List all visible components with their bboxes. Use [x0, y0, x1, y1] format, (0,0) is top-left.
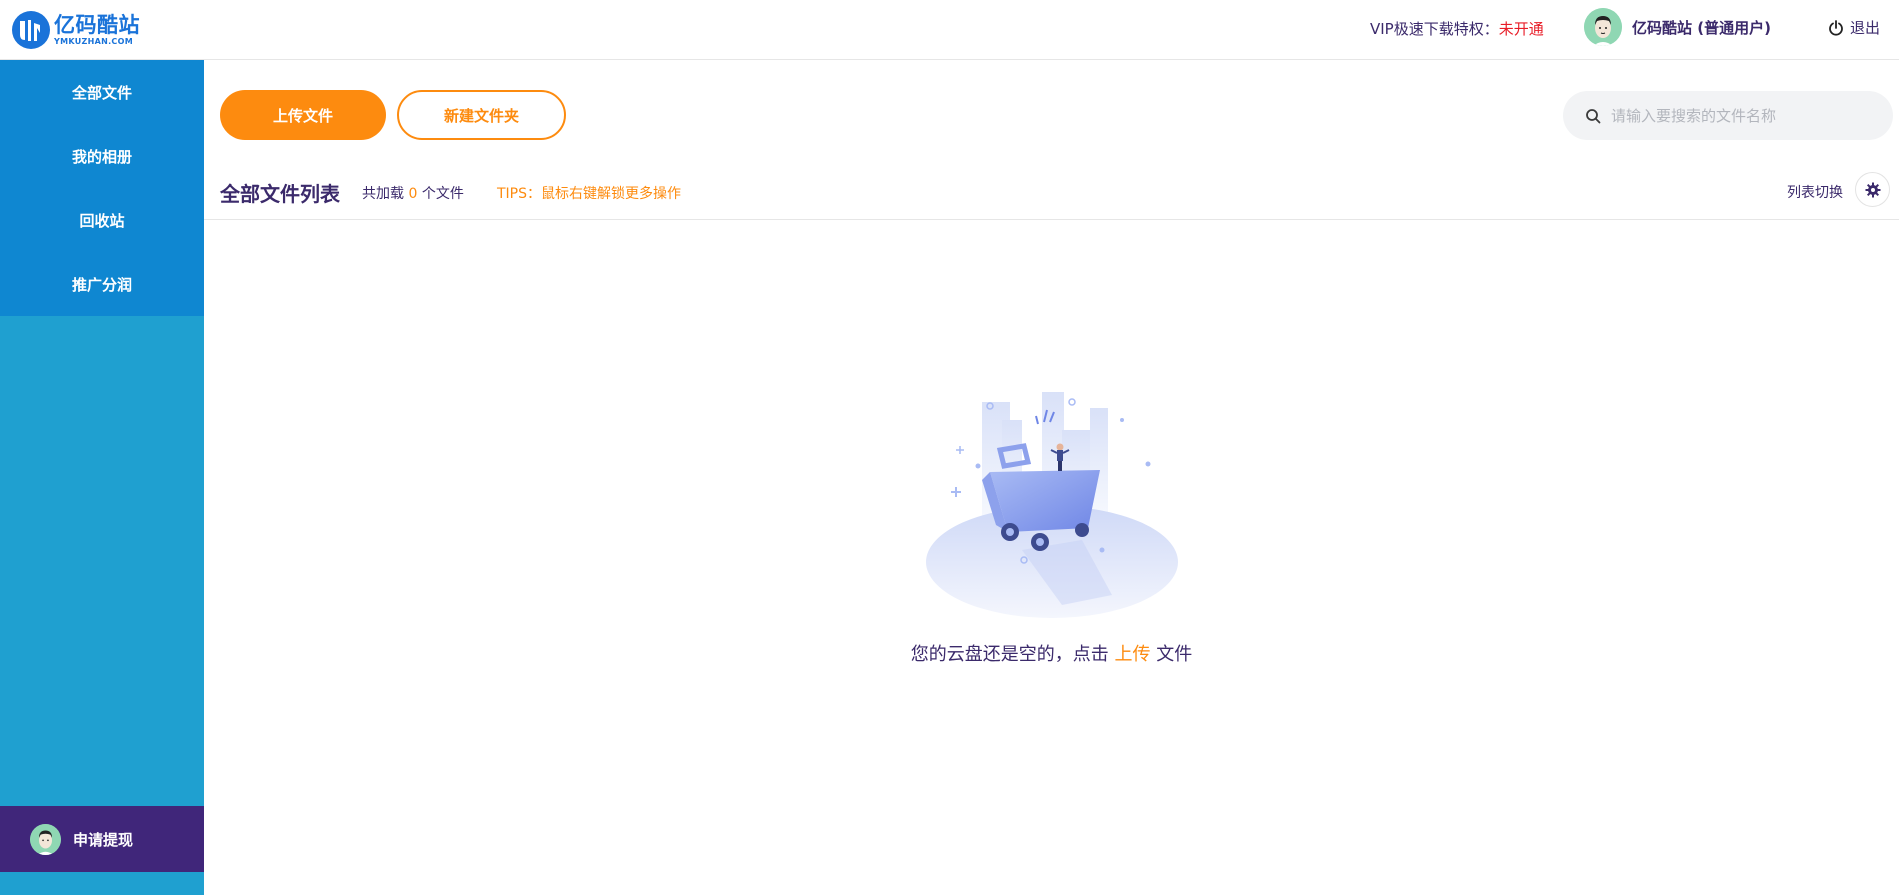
logo-title: 亿码酷站	[54, 12, 140, 37]
page-title: 全部文件列表	[220, 182, 340, 206]
empty-upload-link[interactable]: 上传	[1115, 644, 1151, 665]
power-icon	[1829, 19, 1843, 36]
vip-status[interactable]: 未开通	[1499, 20, 1544, 38]
sidebar-item-all-files[interactable]: 全部文件	[0, 60, 204, 124]
sidebar-item-album[interactable]: 我的相册	[0, 124, 204, 188]
tips-text: TIPS：鼠标右键解锁更多操作	[497, 186, 682, 202]
withdraw-button[interactable]: 申请提现	[0, 806, 204, 872]
search-input[interactable]	[1609, 105, 1879, 126]
logo[interactable]: 亿码酷站 YMKUZHAN.COM	[12, 11, 140, 49]
empty-cart-illustration	[912, 380, 1192, 624]
vip-privilege: VIP极速下载特权：未开通	[1370, 18, 1544, 39]
sidebar-item-referral[interactable]: 推广分润	[0, 252, 204, 316]
empty-state-text: 您的云盘还是空的，点击 上传 文件	[204, 640, 1899, 666]
sidebar-item-recycle-bin[interactable]: 回收站	[0, 188, 204, 252]
sidebar-item-label: 回收站	[79, 211, 125, 230]
empty-text-after: 文件	[1156, 644, 1193, 665]
sidebar: 全部文件 我的相册 回收站 推广分润 申请提现	[0, 60, 204, 895]
sidebar-item-label: 我的相册	[71, 147, 132, 166]
sidebar-item-label: 全部文件	[71, 83, 132, 102]
user-menu[interactable]: 亿码酷站 (普通用户)	[1584, 8, 1771, 46]
withdraw-label: 申请提现	[73, 830, 134, 849]
logo-subtitle: YMKUZHAN.COM	[54, 36, 133, 46]
avatar-icon	[30, 823, 61, 855]
logout-button[interactable]: 退出	[1828, 17, 1880, 38]
file-count-value: 0	[408, 186, 418, 202]
logout-label: 退出	[1850, 19, 1881, 37]
sidebar-item-label: 推广分润	[71, 275, 132, 294]
empty-state: 您的云盘还是空的，点击 上传 文件	[204, 380, 1899, 666]
view-toggle-label[interactable]: 列表切换	[1787, 182, 1843, 202]
gear-icon	[1865, 182, 1880, 197]
file-list-header: 全部文件列表 共加载 0 个文件 TIPS：鼠标右键解锁更多操作 列表切换	[204, 166, 1899, 220]
search-box	[1563, 91, 1893, 140]
logo-icon	[12, 11, 50, 49]
search-icon[interactable]	[1585, 108, 1601, 124]
new-folder-button[interactable]: 新建文件夹	[397, 90, 566, 140]
user-name: 亿码酷站 (普通用户)	[1632, 18, 1771, 37]
avatar-icon	[1584, 8, 1622, 46]
file-count-suffix: 个文件	[421, 186, 464, 202]
upload-file-button[interactable]: 上传文件	[220, 90, 386, 140]
vip-label: VIP极速下载特权：	[1370, 20, 1499, 38]
empty-text-before: 您的云盘还是空的，点击	[910, 644, 1109, 665]
sidebar-nav: 全部文件 我的相册 回收站 推广分润	[0, 60, 204, 316]
file-count-prefix: 共加载	[362, 186, 404, 202]
file-count: 共加载 0 个文件	[362, 183, 464, 203]
view-settings-button[interactable]	[1855, 172, 1890, 207]
top-bar: 亿码酷站 YMKUZHAN.COM VIP极速下载特权：未开通 亿码酷站 (普通…	[0, 0, 1899, 60]
